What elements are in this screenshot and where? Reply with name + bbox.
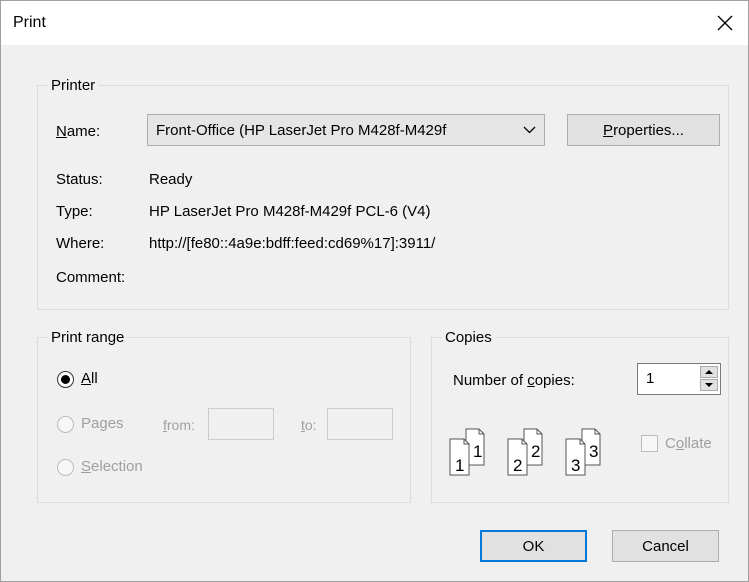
collate-digit: 3 bbox=[589, 442, 598, 461]
print-range-legend: Print range bbox=[51, 329, 125, 346]
printer-legend: Printer bbox=[51, 77, 96, 94]
collate-pages-icon: 1 1 2 2 3 3 bbox=[449, 428, 601, 476]
collate-digit: 1 bbox=[455, 456, 464, 475]
collate-set-2: 2 2 bbox=[507, 428, 543, 476]
printer-group: Printer bbox=[37, 77, 729, 310]
copies-value: 1 bbox=[646, 370, 655, 387]
print-dialog: Print Printer Name: Front-Office (HP Las… bbox=[0, 0, 749, 582]
ok-button-label: OK bbox=[522, 537, 545, 555]
cancel-button-label: Cancel bbox=[642, 537, 689, 555]
copies-decrement-button[interactable] bbox=[700, 379, 718, 391]
printer-name-value: Front-Office (HP LaserJet Pro M428f-M429… bbox=[156, 122, 447, 139]
where-label: Where: bbox=[56, 235, 105, 252]
cancel-button[interactable]: Cancel bbox=[612, 530, 719, 562]
where-value: http://[fe80::4a9e:bdff:feed:cd69%17]:39… bbox=[149, 235, 436, 252]
collate-label[interactable]: Collate bbox=[665, 435, 712, 452]
pages-radio[interactable] bbox=[57, 416, 74, 433]
copies-spinner[interactable]: 1 bbox=[637, 363, 721, 395]
chevron-down-icon bbox=[523, 126, 536, 134]
printer-name-select[interactable]: Front-Office (HP LaserJet Pro M428f-M429… bbox=[147, 114, 545, 146]
to-input[interactable] bbox=[327, 408, 393, 440]
properties-button[interactable]: Properties... bbox=[567, 114, 720, 146]
collate-checkbox[interactable] bbox=[641, 435, 658, 452]
close-button[interactable] bbox=[702, 1, 748, 45]
copies-legend: Copies bbox=[445, 329, 492, 346]
collate-digit: 3 bbox=[571, 456, 580, 475]
title-bar: Print bbox=[1, 1, 748, 45]
status-label: Status: bbox=[56, 171, 103, 188]
selection-radio-label[interactable]: Selection bbox=[81, 458, 143, 475]
collate-digit: 2 bbox=[513, 456, 522, 475]
comment-label: Comment: bbox=[56, 269, 126, 286]
printer-name-label: Name: bbox=[56, 123, 101, 140]
status-value: Ready bbox=[149, 171, 193, 188]
selection-radio[interactable] bbox=[57, 459, 74, 476]
ok-button[interactable]: OK bbox=[480, 530, 587, 562]
type-label: Type: bbox=[56, 203, 93, 220]
all-radio[interactable] bbox=[57, 371, 74, 388]
copies-increment-button[interactable] bbox=[700, 366, 718, 378]
close-icon bbox=[717, 15, 733, 31]
from-input[interactable] bbox=[208, 408, 274, 440]
collate-digit: 1 bbox=[473, 442, 482, 461]
collate-digit: 2 bbox=[531, 442, 540, 461]
to-label: to: bbox=[301, 417, 317, 433]
window-title: Print bbox=[13, 14, 46, 31]
collate-set-1: 1 1 bbox=[449, 428, 485, 476]
pages-radio-label[interactable]: Pages bbox=[81, 415, 124, 432]
type-value: HP LaserJet Pro M428f-M429f PCL-6 (V4) bbox=[149, 203, 431, 220]
properties-button-label: Properties... bbox=[603, 121, 684, 139]
all-radio-label[interactable]: All bbox=[81, 370, 98, 387]
collate-set-3: 3 3 bbox=[565, 428, 601, 476]
number-of-copies-label: Number of copies: bbox=[453, 372, 575, 389]
from-label: from: bbox=[163, 417, 195, 433]
